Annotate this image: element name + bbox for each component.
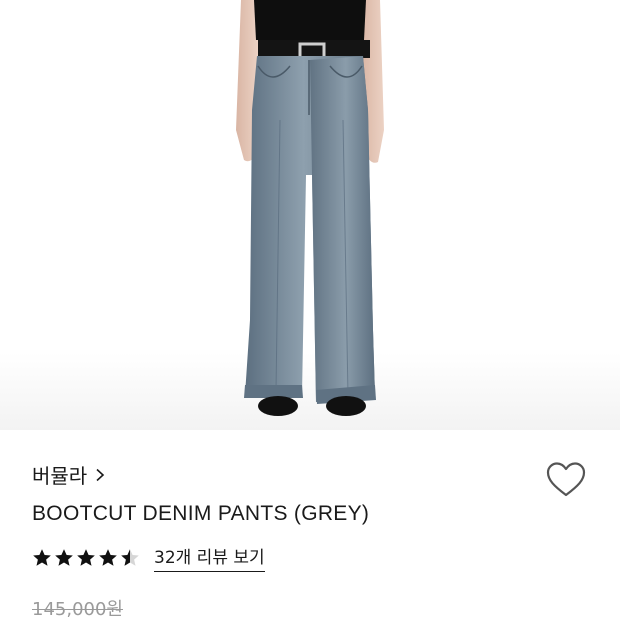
star-icon	[99, 548, 117, 566]
chevron-right-icon	[96, 468, 105, 481]
jeans-photo	[236, 0, 384, 416]
brand-link[interactable]: 버뮬라	[32, 460, 105, 489]
star-icon	[77, 548, 95, 566]
original-price: 145,000원	[32, 599, 123, 620]
heart-outline-icon	[546, 462, 586, 497]
review-link[interactable]: 32개 리뷰 보기	[154, 543, 265, 572]
wishlist-button[interactable]	[544, 460, 588, 500]
star-icon	[55, 548, 73, 566]
rating-row: 32개 리뷰 보기	[32, 543, 265, 572]
product-info: 버뮬라 BOOTCUT DENIM PANTS (GREY) 32개 리뷰 보기…	[0, 430, 620, 620]
star-icon	[121, 548, 139, 566]
star-rating	[32, 548, 140, 568]
product-image[interactable]	[0, 0, 620, 430]
star-icon	[33, 548, 51, 566]
product-title: BOOTCUT DENIM PANTS (GREY)	[32, 502, 370, 525]
brand-name: 버뮬라	[32, 464, 88, 488]
